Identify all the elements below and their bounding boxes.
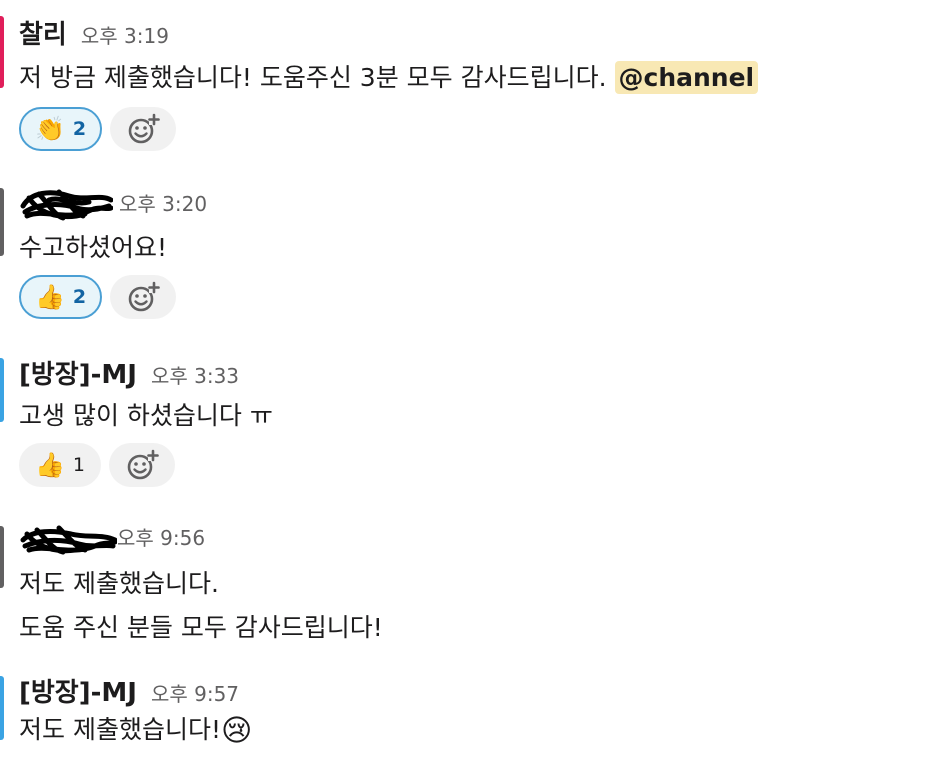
message-text-line: 도움 주신 분들 모두 감사드립니다! <box>19 613 383 642</box>
message-header: [방장]-MJ 오후 9:57 <box>19 672 239 709</box>
add-reaction-button[interactable] <box>108 443 175 487</box>
reaction-thumbsup[interactable]: 👍 2 <box>19 275 103 319</box>
avatar[interactable] <box>0 526 4 588</box>
message-text: 수고하셨어요! <box>19 228 167 264</box>
redacted-author-name <box>20 189 113 221</box>
message-text: 고생 많이 하셨습니다 ㅠ <box>19 396 273 432</box>
add-reaction-button[interactable] <box>110 275 177 319</box>
timestamp[interactable]: 오후 9:56 <box>117 526 205 550</box>
reaction-thumbsup[interactable]: 👍 1 <box>19 443 101 487</box>
reaction-count: 2 <box>72 118 87 140</box>
message: 오후 9:56 저도 제출했습니다. 도움 주신 분들 모두 감사드립니다! <box>0 504 936 654</box>
message-text-line: 수고하셨어요! <box>19 233 168 262</box>
timestamp[interactable]: 오후 3:20 <box>119 192 207 216</box>
thumbs-up-emoji-icon: 👍 <box>35 451 65 479</box>
reactions-bar: 👍 1 <box>19 443 175 489</box>
thumbs-up-emoji-icon: 👍 <box>35 283 65 311</box>
avatar[interactable] <box>0 676 4 740</box>
message: 오후 3:20 수고하셨어요! 👍 2 <box>0 168 936 336</box>
message: 찰리 오후 3:19 저 방금 제출했습니다! 도움주신 3분 모두 감사드립니다… <box>0 0 936 168</box>
reaction-clap[interactable]: 👏 2 <box>19 107 103 151</box>
message-text: 저 방금 제출했습니다! 도움주신 3분 모두 감사드립니다. @channel <box>19 58 759 94</box>
author-name[interactable]: 찰리 <box>19 20 67 50</box>
add-reaction-icon <box>128 281 160 312</box>
message-text-line: 저도 제출했습니다. <box>19 569 219 598</box>
reactions-bar: 👍 2 <box>19 275 177 321</box>
message-text: 저도 제출했습니다!😢 <box>19 710 252 749</box>
channel-mention[interactable]: @channel <box>614 61 759 94</box>
avatar[interactable] <box>0 16 4 88</box>
message-header: 오후 9:56 <box>19 522 205 558</box>
avatar[interactable] <box>0 358 4 422</box>
author-name[interactable]: [방장]-MJ <box>19 360 137 390</box>
timestamp[interactable]: 오후 3:33 <box>151 364 239 388</box>
add-reaction-button[interactable] <box>110 107 177 151</box>
message-text-line: 저 방금 제출했습니다! 도움주신 3분 모두 감사드립니다. <box>19 63 615 92</box>
add-reaction-icon <box>128 113 160 144</box>
timestamp[interactable]: 오후 9:57 <box>151 682 239 706</box>
reaction-count: 1 <box>72 454 85 476</box>
message: [방장]-MJ 오후 9:57 저도 제출했습니다!😢 <box>0 654 936 766</box>
message: [방장]-MJ 오후 3:33 고생 많이 하셨습니다 ㅠ 👍 1 <box>0 336 936 504</box>
clap-emoji-icon: 👏 <box>35 115 65 143</box>
timestamp[interactable]: 오후 3:19 <box>81 24 169 48</box>
message-header: 오후 3:20 <box>19 186 207 226</box>
message-header: 찰리 오후 3:19 <box>19 14 169 51</box>
avatar[interactable] <box>0 188 4 256</box>
author-name[interactable]: [방장]-MJ <box>19 678 137 708</box>
add-reaction-icon <box>127 449 159 480</box>
reaction-count: 2 <box>72 286 87 308</box>
message-header: [방장]-MJ 오후 3:33 <box>19 354 239 391</box>
message-text-line: 고생 많이 하셨습니다 ㅠ <box>19 401 273 430</box>
crying-emoji-icon: 😢 <box>220 713 253 749</box>
message-text-line: 저도 제출했습니다! <box>19 715 221 744</box>
reactions-bar: 👏 2 <box>19 107 177 153</box>
redacted-author-name <box>20 525 117 554</box>
